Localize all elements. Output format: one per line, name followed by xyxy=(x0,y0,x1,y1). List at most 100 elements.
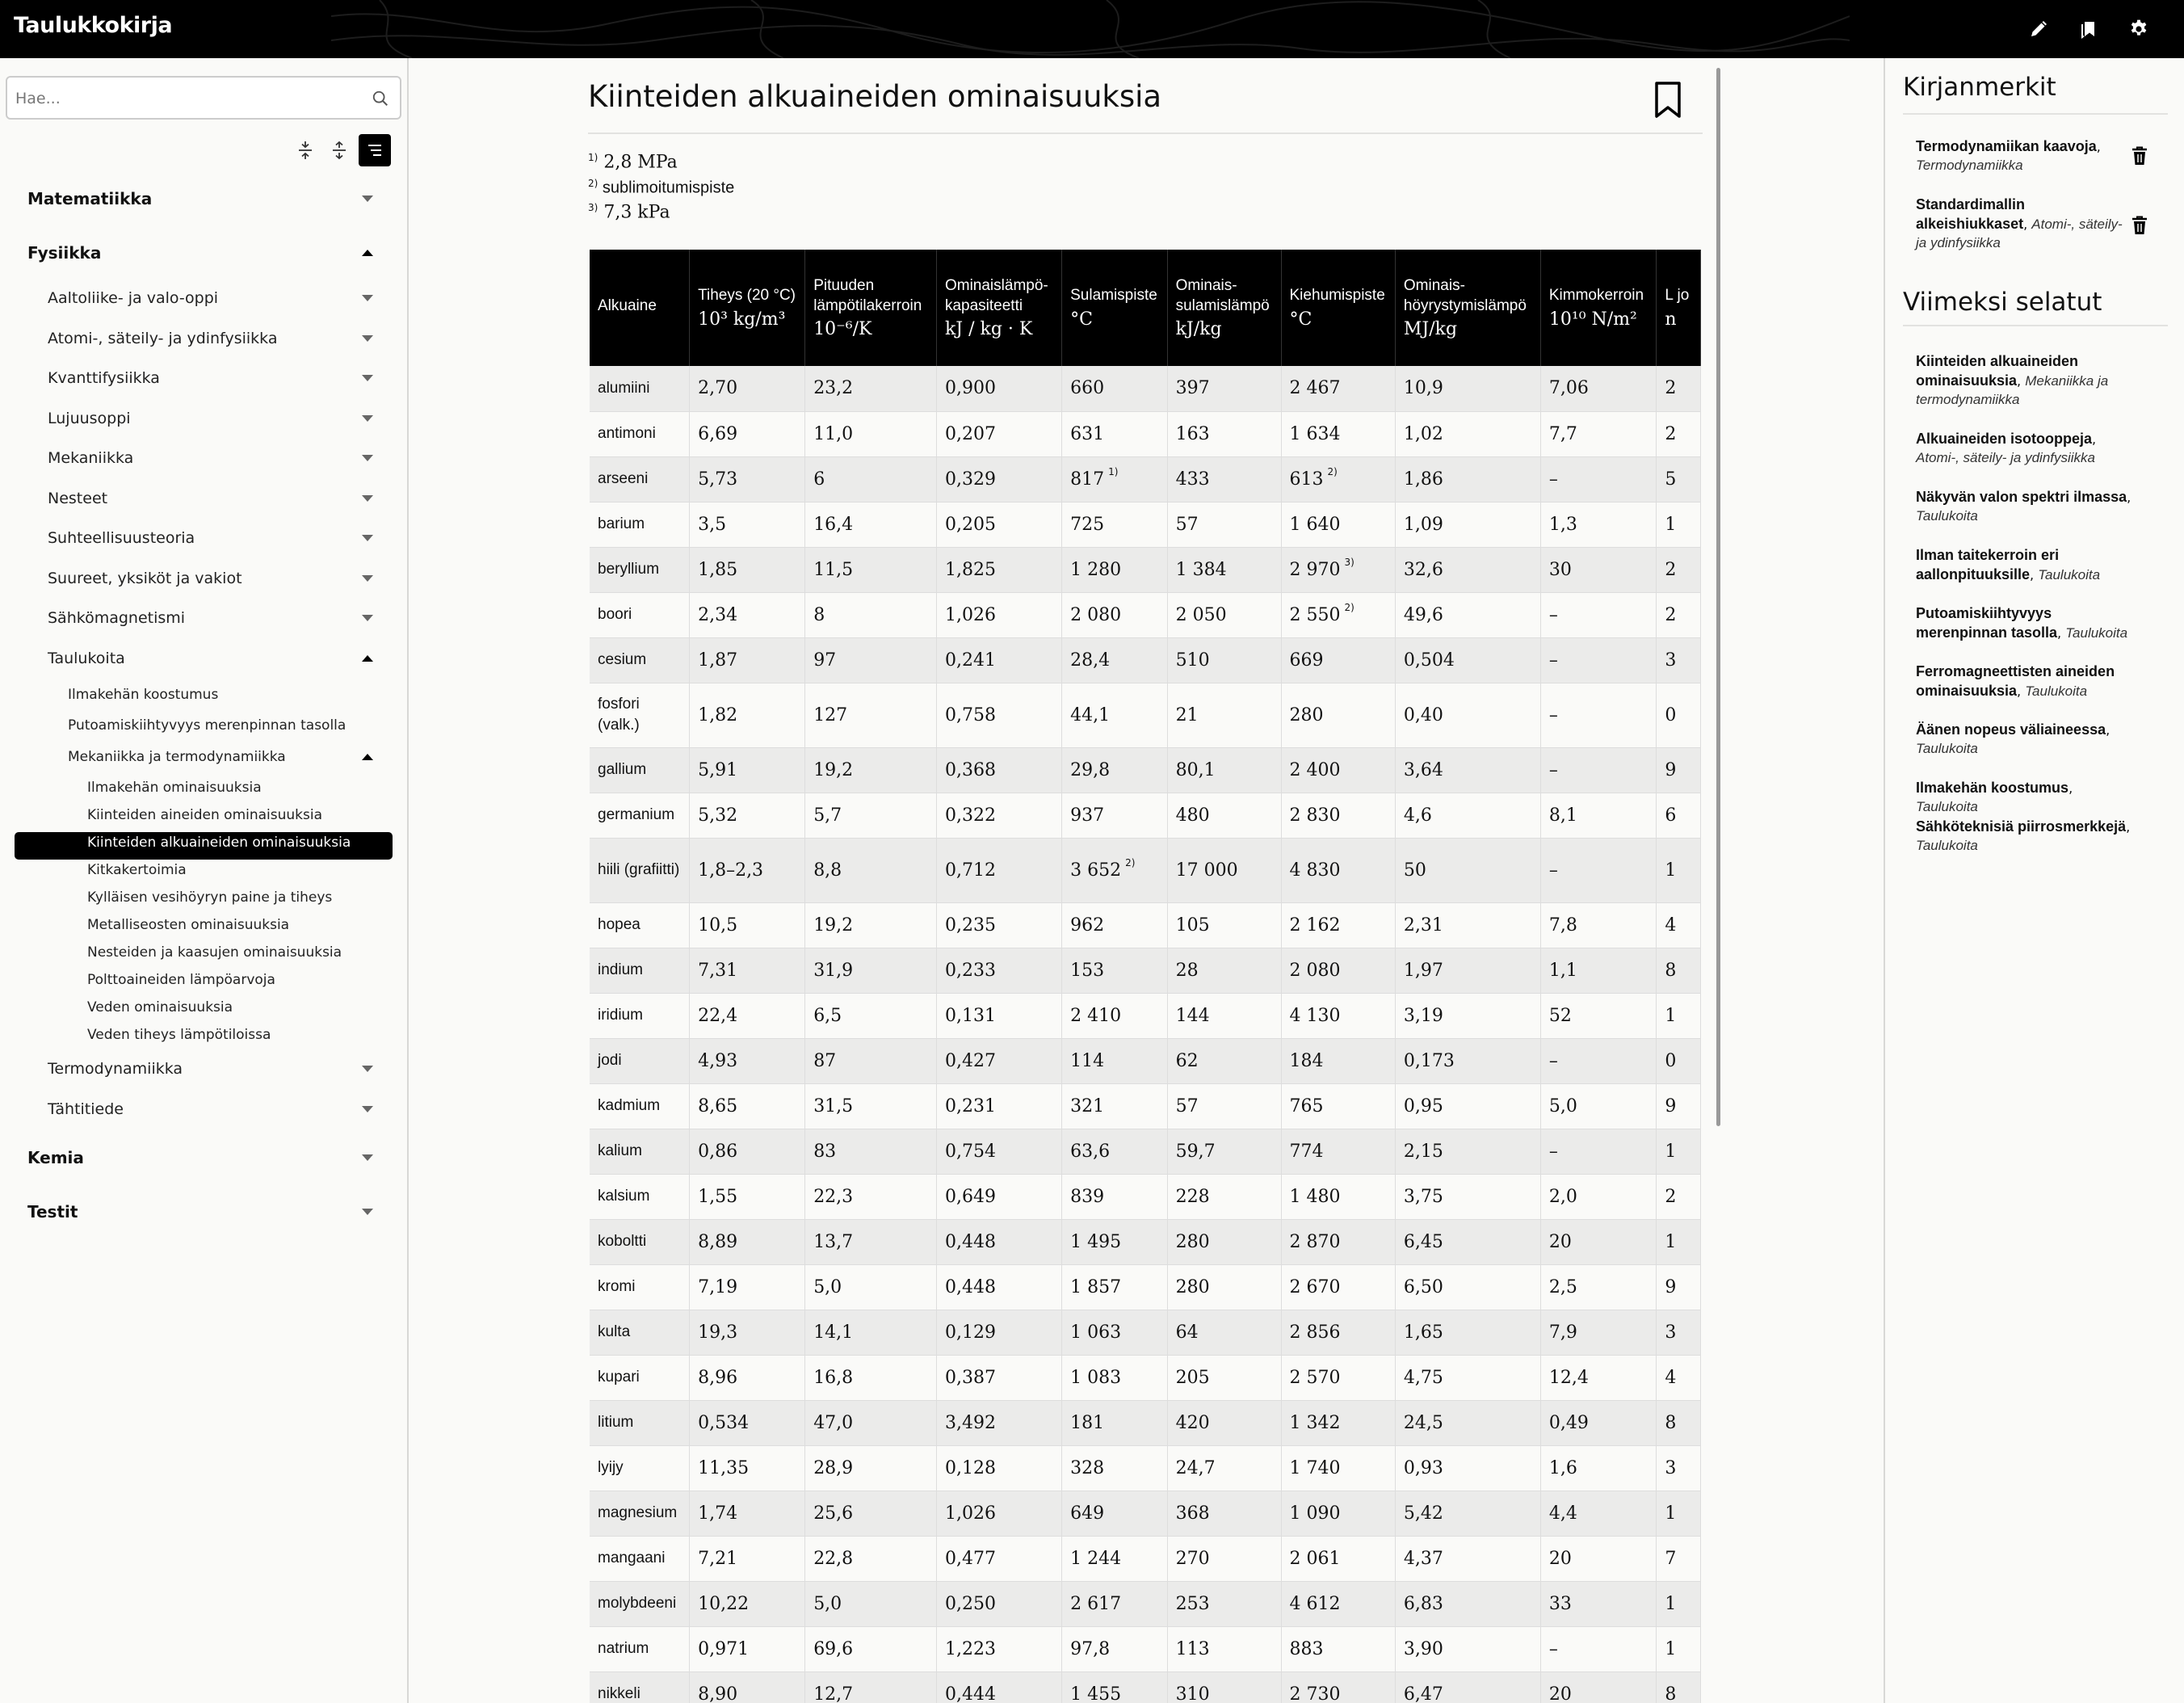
nav-veden-ominaisuuksia[interactable]: Veden ominaisuuksia xyxy=(87,999,233,1015)
recent-item[interactable]: Ferromagneettisten aineiden ominaisuuksi… xyxy=(1916,662,2136,701)
nav-suureet[interactable]: Suureet, yksiköt ja vakiot xyxy=(48,570,383,587)
nav-fysiikka[interactable]: Fysiikka xyxy=(27,243,383,263)
nav-kyllaisen-vesihoyryn[interactable]: Kylläisen vesihöyryn paine ja tiheys xyxy=(87,889,332,906)
nav-ilmakehan-ominaisuuksia[interactable]: Ilmakehän ominaisuuksia xyxy=(87,780,262,796)
nav-matematiikka[interactable]: Matematiikka xyxy=(27,189,383,208)
nav-aaltoliike[interactable]: Aaltoliike- ja valo-oppi xyxy=(48,289,383,307)
bookmarks-icon[interactable] xyxy=(2076,16,2102,42)
collapse-all-icon[interactable] xyxy=(289,134,321,166)
table-cell: 29,8 xyxy=(1061,747,1168,793)
search-icon[interactable] xyxy=(369,87,392,110)
recent-item[interactable]: Ilman taitekerroin eri aallonpituuksille… xyxy=(1916,546,2136,585)
list-view-icon[interactable] xyxy=(359,134,391,166)
cell-value: 2 617 xyxy=(1070,1593,1122,1614)
bookmark-item[interactable]: Standardimallin alkeishiukkaset, Atomi-,… xyxy=(1916,196,2136,252)
gear-icon[interactable] xyxy=(2126,16,2152,42)
nav-kemia[interactable]: Kemia xyxy=(27,1148,383,1167)
bookmark-icon[interactable] xyxy=(1653,81,1682,120)
table-body: alumiini 2,70 23,2 0,900 660 397 2 467 10,9 7,06… xyxy=(590,366,1701,1703)
nav-kvanttifysiikka[interactable]: Kvanttifysiikka xyxy=(48,369,383,387)
nav-tahtitiede[interactable]: Tähtitiede xyxy=(48,1100,383,1118)
recent-title[interactable]: Näkyvän valon spektri ilmassa xyxy=(1916,489,2127,505)
nav-mekaniikka-ja-termodynamiikka[interactable]: Mekaniikka ja termodynamiikka xyxy=(68,749,383,765)
table-cell: 3 652 2) xyxy=(1061,838,1168,903)
footnote-text: sublimoitumispiste xyxy=(602,179,735,197)
nav-polttoaineiden[interactable]: Polttoaineiden lämpöarvoja xyxy=(87,972,275,988)
recent-title[interactable]: Ilmakehän koostumus xyxy=(1916,780,2068,796)
nav-mekaniikka[interactable]: Mekaniikka xyxy=(48,449,383,467)
nav-testit[interactable]: Testit xyxy=(27,1202,383,1222)
cell-value: 2,70 xyxy=(698,378,738,399)
recent-item[interactable]: Äänen nopeus väliaineessa, Taulukoita xyxy=(1916,721,2136,759)
nav-nesteet[interactable]: Nesteet xyxy=(48,490,383,507)
cell-value: 11,5 xyxy=(813,559,854,580)
search-input[interactable] xyxy=(15,86,355,111)
nav-lujuusoppi[interactable]: Lujuusoppi xyxy=(48,410,383,427)
cell-value: 0 xyxy=(1665,704,1677,725)
scrollbar-thumb[interactable] xyxy=(1716,68,1720,1126)
nav-suhteellisuusteoria[interactable]: Suhteellisuusteoria xyxy=(48,529,383,547)
recent-title[interactable]: Putoamiskiihtyvyys merenpinnan tasolla xyxy=(1916,605,2057,641)
recent-item[interactable]: Näkyvän valon spektri ilmassa, Taulukoit… xyxy=(1916,488,2136,526)
column-header-label: Ominais-sulamislämpö xyxy=(1175,276,1270,314)
table-cell: – xyxy=(1540,683,1657,748)
chevron-down-icon xyxy=(362,1066,373,1072)
recent-title[interactable]: Sähköteknisiä piirrosmerkkejä xyxy=(1916,818,2126,835)
nav-kitkakertoimia[interactable]: Kitkakertoimia xyxy=(87,862,187,878)
cell-value: 3,5 xyxy=(698,514,727,535)
nav-putoamiskiihtyvyys[interactable]: Putoamiskiihtyvyys merenpinnan tasolla xyxy=(68,717,383,734)
bookmark-title[interactable]: Termodynamiikan kaavoja xyxy=(1916,138,2097,154)
cell-value: 113 xyxy=(1175,1638,1210,1659)
nav-kiinteiden-aineiden[interactable]: Kiinteiden aineiden ominaisuuksia xyxy=(87,807,322,823)
nav-sahkomagnetismi[interactable]: Sähkömagnetismi xyxy=(48,609,383,627)
nav-kiinteiden-alkuaineiden-active[interactable]: Kiinteiden alkuaineiden ominaisuuksia xyxy=(87,835,351,851)
element-name-cell: mangaani xyxy=(590,1536,691,1582)
nav-metalliseosten[interactable]: Metalliseosten ominaisuuksia xyxy=(87,917,289,933)
footnote-ref: 3) xyxy=(1344,556,1354,568)
recent-item[interactable]: Ilmakehän koostumus, Taulukoita xyxy=(1916,779,2136,817)
table-cell: 3,64 xyxy=(1395,747,1541,793)
table-cell: 2 xyxy=(1656,411,1701,457)
nav-ilmakehan-koostumus[interactable]: Ilmakehän koostumus xyxy=(68,687,383,703)
cell-value: 25,6 xyxy=(813,1503,854,1524)
cell-value: 28 xyxy=(1175,960,1199,981)
element-name-cell: gallium xyxy=(590,747,691,793)
cell-value: 228 xyxy=(1175,1186,1210,1207)
cell-value: 87 xyxy=(813,1050,837,1071)
pencil-icon[interactable] xyxy=(2026,16,2052,42)
table-container[interactable]: Alkuaine Tiheys (20 °C) 10³ kg/m³ Pituuden … xyxy=(590,250,1701,1703)
bookmark-item[interactable]: Termodynamiikan kaavoja, Termodynamiikka xyxy=(1916,137,2136,175)
nav-atomi[interactable]: Atomi-, säteily- ja ydinfysiikka xyxy=(48,330,383,347)
trash-icon[interactable] xyxy=(2131,145,2152,168)
table-cell: 3,90 xyxy=(1395,1626,1541,1672)
cell-value: 2 061 xyxy=(1289,1548,1341,1569)
expand-all-icon[interactable] xyxy=(323,134,355,166)
nav-nesteiden-ja-kaasujen[interactable]: Nesteiden ja kaasujen ominaisuuksia xyxy=(87,944,342,961)
cell-value: 0 xyxy=(1665,1050,1677,1071)
recent-item[interactable]: Kiinteiden alkuaineiden ominaisuuksia, M… xyxy=(1916,352,2136,409)
nav-termodynamiikka[interactable]: Termodynamiikka xyxy=(48,1060,383,1078)
recent-item[interactable]: Alkuaineiden isotooppeja, Atomi-, säteil… xyxy=(1916,430,2136,468)
table-cell: 19,2 xyxy=(804,747,937,793)
nav-taulukoita[interactable]: Taulukoita xyxy=(48,650,383,667)
scrollbar[interactable] xyxy=(1714,63,1722,1703)
recent-item[interactable]: Sähköteknisiä piirrosmerkkejä, Taulukoit… xyxy=(1916,818,2136,856)
element-name-cell: kalsium xyxy=(590,1174,691,1220)
cell-value: 5,0 xyxy=(813,1276,842,1297)
recent-item[interactable]: Putoamiskiihtyvyys merenpinnan tasolla, … xyxy=(1916,604,2136,643)
table-cell: 16,8 xyxy=(804,1355,937,1401)
nav-label: Kitkakertoimia xyxy=(87,862,187,878)
cell-value: jodi xyxy=(598,1052,622,1070)
cell-value: 47,0 xyxy=(813,1412,854,1433)
bookmark-title[interactable]: Standardimallin alkeishiukkaset xyxy=(1916,196,2025,232)
trash-icon[interactable] xyxy=(2131,215,2152,238)
app-title[interactable]: Taulukkokirja xyxy=(14,13,173,38)
cell-value: 0,241 xyxy=(944,650,996,671)
column-header-unit: °C xyxy=(1070,309,1093,330)
cell-value: 937 xyxy=(1070,805,1105,826)
recent-title[interactable]: Äänen nopeus väliaineessa xyxy=(1916,721,2106,738)
recent-title[interactable]: Alkuaineiden isotooppeja xyxy=(1916,431,2092,447)
table-cell: 114 xyxy=(1061,1038,1168,1084)
cell-value: molybdeeni xyxy=(598,1595,677,1613)
nav-veden-tiheys[interactable]: Veden tiheys lämpötiloissa xyxy=(87,1027,271,1043)
